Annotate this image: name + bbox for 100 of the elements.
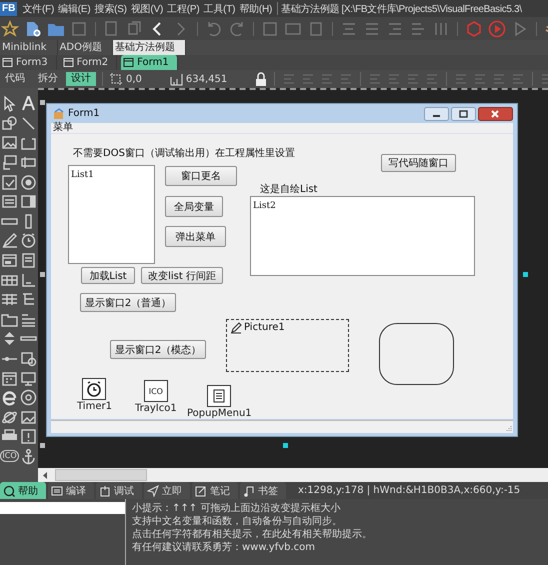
- menu-item[interactable]: 搜索(S): [92, 2, 129, 16]
- view-mode-tab[interactable]: 设计: [66, 72, 96, 86]
- picture-label: Picture1: [244, 322, 285, 334]
- send-icon: [147, 484, 159, 496]
- form-button[interactable]: 窗口更名: [165, 166, 237, 186]
- magnifier-icon: [3, 484, 15, 496]
- radio-icon[interactable]: [20, 174, 37, 191]
- position-text: 0,0: [126, 74, 142, 84]
- form-label: 这是自绘List: [260, 182, 318, 196]
- image-icon[interactable]: [1, 134, 18, 152]
- alert-icon[interactable]: [20, 428, 37, 446]
- form-label: 不需要DOS窗口（调试输出用）在工程属性里设置: [73, 146, 295, 160]
- form-button[interactable]: 全局变量: [165, 196, 223, 217]
- panel-tab[interactable]: 帮助: [0, 482, 46, 499]
- calendar-clock-icon[interactable]: [20, 350, 37, 368]
- hint-text: 点击任何字符都有相关提示，在此处有相关帮助提示。: [132, 528, 372, 541]
- combo-icon[interactable]: [20, 193, 37, 210]
- menu-item[interactable]: 帮助(H): [237, 2, 274, 16]
- position-icon: [109, 72, 123, 86]
- minimize-button[interactable]: [424, 106, 449, 120]
- component-label: Timer1: [77, 401, 112, 412]
- scroll-left-icon[interactable]: [41, 470, 49, 480]
- horizontal-scrollbar[interactable]: [38, 468, 548, 482]
- component-label: PopupMenu1: [187, 408, 252, 419]
- list-icon[interactable]: [1, 193, 18, 210]
- form-button[interactable]: 改变list 行间距: [141, 267, 223, 284]
- music-note-icon: [243, 484, 255, 496]
- form-button[interactable]: 写代码随窗口: [381, 154, 456, 172]
- list-icon: [51, 484, 63, 496]
- calendar-icon[interactable]: [1, 370, 18, 387]
- form-button[interactable]: 弹出菜单: [165, 226, 226, 247]
- corner-icon[interactable]: [20, 272, 37, 289]
- selection-handle[interactable]: [40, 100, 45, 105]
- menu-item[interactable]: 视图(V): [128, 2, 166, 16]
- status-text: x:1298,y:178 | hWnd:&H1B0B3A,x:660,y:-15: [298, 484, 520, 498]
- checkbox-icon[interactable]: [1, 174, 18, 191]
- panel-tab[interactable]: 笔记: [192, 482, 238, 499]
- scroll-thumb[interactable]: [55, 469, 147, 481]
- file-plus-icon[interactable]: [24, 20, 42, 38]
- pen-icon[interactable]: [1, 232, 18, 250]
- selection-handle[interactable]: [40, 443, 45, 448]
- logo: FB: [0, 2, 18, 16]
- hand-button-icon[interactable]: [1, 154, 18, 172]
- project-tab[interactable]: 基础方法例题: [112, 40, 186, 55]
- component-label: TrayIco1: [135, 403, 177, 414]
- form-button[interactable]: 加载List: [81, 267, 135, 284]
- form-title: Form1: [68, 108, 101, 119]
- app-icon: [53, 108, 65, 120]
- maximize-button[interactable]: [451, 106, 476, 120]
- list-box[interactable]: List1: [68, 165, 155, 264]
- list-item[interactable]: List1: [71, 170, 94, 180]
- star-icon[interactable]: [1, 20, 19, 38]
- panel-tab[interactable]: 书签: [240, 482, 286, 499]
- resize-grip-icon: [504, 425, 512, 432]
- monitor-icon[interactable]: [20, 370, 37, 387]
- view-mode-tab[interactable]: 代码: [0, 72, 30, 86]
- form-icon: [62, 57, 74, 68]
- form-tab[interactable]: Form1: [121, 55, 178, 70]
- selection-handle[interactable]: [283, 443, 288, 448]
- alarm-clock-icon[interactable]: [20, 232, 37, 250]
- ico-icon: ICO: [144, 380, 168, 402]
- form-icon: [2, 57, 13, 68]
- close-button[interactable]: [478, 106, 513, 120]
- shapes-icon[interactable]: [1, 114, 18, 132]
- hint-text: 有任何建议请联系勇芳：www.yfvb.com: [132, 541, 316, 554]
- form-button[interactable]: 显示窗口2（普通）: [80, 293, 176, 312]
- list-item[interactable]: List2: [253, 201, 276, 211]
- note-icon: [195, 484, 207, 496]
- menu-item[interactable]: 工程(P): [165, 2, 202, 16]
- pen-icon: [230, 322, 242, 334]
- selection-handle[interactable]: [523, 272, 528, 277]
- ico-tool[interactable]: ICO: [0, 450, 19, 462]
- menu-item[interactable]: 编辑(E): [56, 2, 92, 16]
- menu-item[interactable]: 文件(F): [20, 2, 56, 16]
- list-box[interactable]: List2: [250, 196, 475, 276]
- hint-text: 支持中文名变量和函数，自动备份与自动同步。: [132, 515, 343, 528]
- chrome-icon[interactable]: [20, 389, 37, 406]
- selection-handle[interactable]: [40, 272, 45, 277]
- lock-icon[interactable]: [254, 72, 268, 86]
- hint-text: 小提示：↑↑↑ 可拖动上面边沿改变提示框大小: [132, 502, 342, 515]
- window-icon[interactable]: [1, 252, 18, 270]
- input-field[interactable]: [0, 502, 125, 514]
- alarm-clock-icon: [82, 378, 106, 400]
- anchor-icon[interactable]: [20, 448, 37, 465]
- form-icon: [123, 57, 134, 68]
- size-icon: [168, 72, 183, 86]
- window-title: 基础方法例题 [X:\FB文件库\Projects5\VisualFreeBasic5.3\: [281, 2, 522, 16]
- line-icon[interactable]: [20, 114, 37, 132]
- form-button[interactable]: 显示窗口2（模态）: [110, 340, 206, 359]
- panel-tab[interactable]: 编译: [48, 482, 94, 499]
- panel-tab[interactable]: 调试: [96, 482, 142, 499]
- picture-icon[interactable]: [20, 408, 37, 426]
- menu-item[interactable]: 工具(T): [202, 2, 238, 16]
- letter-icon[interactable]: [20, 95, 37, 112]
- menu-list-icon: [207, 385, 232, 407]
- panel-tab[interactable]: 立即: [144, 482, 190, 499]
- menu-item[interactable]: 菜单: [51, 123, 73, 133]
- view-mode-tab[interactable]: 拆分: [33, 72, 63, 86]
- browser-e-icon[interactable]: [1, 389, 18, 406]
- size-text: 634,451: [186, 74, 228, 84]
